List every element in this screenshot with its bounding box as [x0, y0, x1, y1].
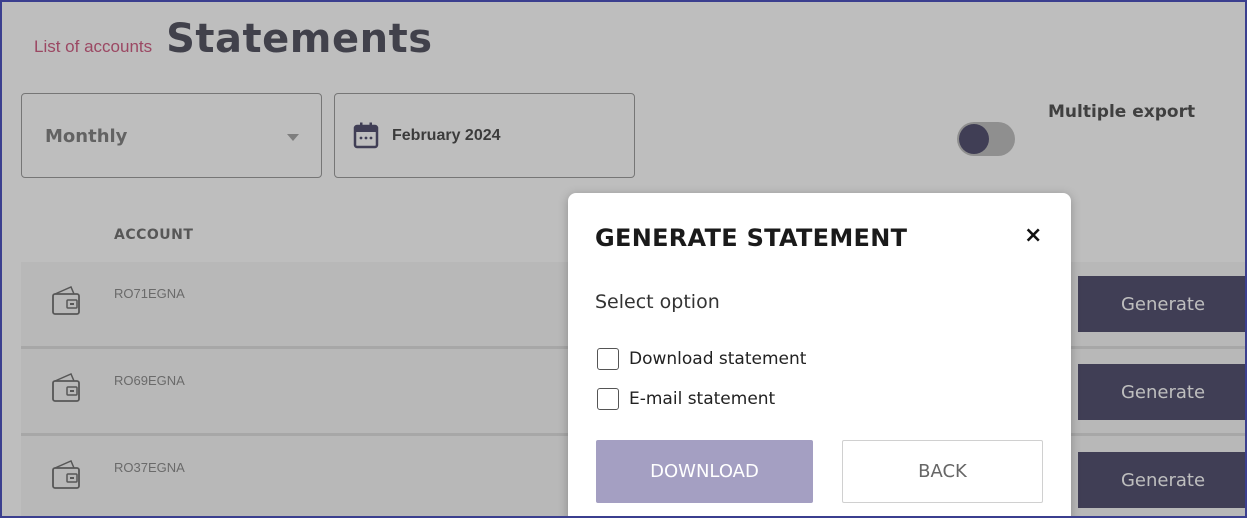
close-icon[interactable]: ×: [1024, 223, 1042, 248]
download-button[interactable]: DOWNLOAD: [596, 440, 813, 503]
option-email-statement[interactable]: E-mail statement: [597, 388, 775, 410]
download-statement-label: Download statement: [629, 349, 807, 369]
back-button[interactable]: BACK: [842, 440, 1043, 503]
option-download-statement[interactable]: Download statement: [597, 348, 806, 370]
modal-subtitle: Select option: [595, 291, 720, 313]
modal-title: GENERATE STATEMENT: [595, 224, 908, 252]
app-frame: List of accounts Statements Monthly Febr…: [0, 0, 1247, 518]
email-statement-label: E-mail statement: [629, 389, 776, 409]
generate-statement-modal: GENERATE STATEMENT × Select option Downl…: [568, 193, 1071, 516]
email-statement-checkbox[interactable]: [597, 388, 619, 410]
download-statement-checkbox[interactable]: [597, 348, 619, 370]
